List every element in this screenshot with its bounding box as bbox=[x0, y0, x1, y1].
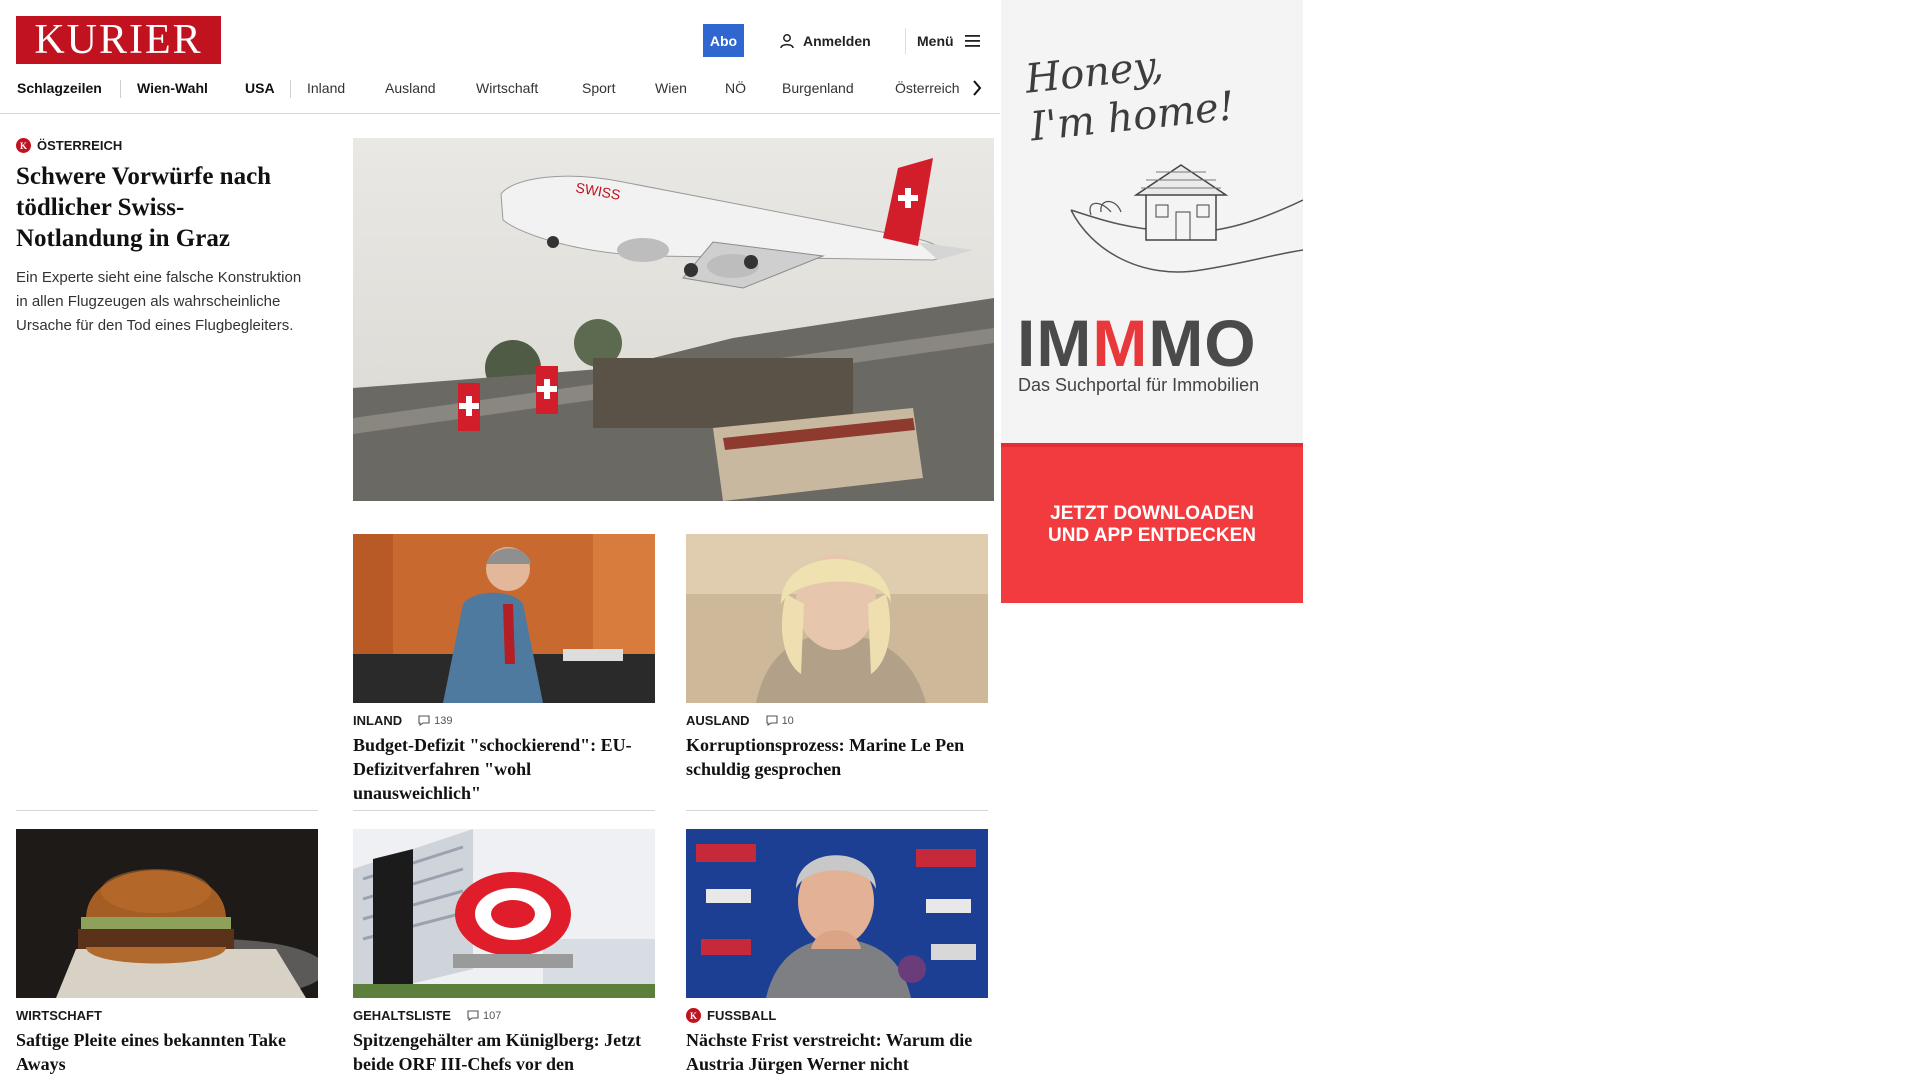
article-card[interactable]: WIRTSCHAFT Saftige Pleite eines bekannte… bbox=[16, 829, 318, 1076]
article-kicker: K ÖSTERREICH bbox=[16, 138, 306, 153]
kicker-label: FUSSBALL bbox=[707, 1008, 777, 1023]
logo-text: KURIER bbox=[34, 17, 203, 63]
section-nav: Schlagzeilen Wien-Wahl USA Inland Auslan… bbox=[0, 74, 1000, 114]
article-kicker: AUSLAND 10 bbox=[686, 713, 988, 728]
ad-brand-part: IM bbox=[1017, 306, 1093, 380]
article-kicker: INLAND 139 bbox=[353, 713, 655, 728]
article-image[interactable] bbox=[686, 534, 988, 703]
login-label: Anmelden bbox=[803, 33, 871, 49]
comment-count-value: 10 bbox=[781, 714, 794, 727]
article-kicker: K FUSSBALL bbox=[686, 1008, 988, 1023]
article-card[interactable]: GEHALTSLISTE 107 Spitzengehälter am Küni… bbox=[353, 829, 655, 1080]
comment-icon bbox=[418, 715, 430, 726]
nav-item-oesterreich[interactable]: Österreich bbox=[895, 80, 960, 96]
kicker-label: ÖSTERREICH bbox=[37, 138, 123, 153]
ad-cta-button[interactable]: JETZT DOWNLOADEN UND APP ENTDECKEN bbox=[1001, 443, 1303, 603]
row-divider bbox=[353, 810, 655, 811]
nav-next-button[interactable] bbox=[966, 76, 988, 100]
article-kicker: GEHALTSLISTE 107 bbox=[353, 1008, 655, 1023]
article-headline[interactable]: Saftige Pleite eines bekannten Take Away… bbox=[16, 1028, 318, 1076]
ad-tagline: Das Suchportal für Immobilien bbox=[1018, 375, 1260, 395]
article-headline[interactable]: Nächste Frist verstreicht: Warum die Aus… bbox=[686, 1028, 988, 1080]
lead-teaser: Ein Experte sieht eine falsche Konstrukt… bbox=[16, 269, 302, 334]
comment-icon bbox=[766, 715, 778, 726]
article-image[interactable] bbox=[686, 829, 988, 998]
comment-count[interactable]: 10 bbox=[766, 715, 794, 727]
header-divider bbox=[905, 28, 906, 54]
ad-visual[interactable]: Honey, I'm home! IMMMO Das Suchportal fü… bbox=[1001, 0, 1303, 443]
ad-brand-part: MO bbox=[1148, 306, 1257, 380]
kurier-plus-icon: K bbox=[686, 1008, 701, 1023]
kicker-label: GEHALTSLISTE bbox=[353, 1008, 451, 1023]
kurier-plus-icon: K bbox=[16, 138, 31, 153]
comment-icon bbox=[467, 1010, 479, 1021]
article-image[interactable] bbox=[16, 829, 318, 998]
nav-item-wien[interactable]: Wien bbox=[655, 80, 687, 96]
nav-item-noe[interactable]: NÖ bbox=[725, 80, 746, 96]
ad-brand-part-accent: M bbox=[1092, 306, 1149, 380]
article-card[interactable]: AUSLAND 10 Korruptionsprozess: Marine Le… bbox=[686, 534, 988, 781]
lead-article[interactable]: K ÖSTERREICH Schwere Vorwürfe nach tödli… bbox=[16, 138, 306, 338]
lead-headline[interactable]: Schwere Vorwürfe nach tödlicher Swiss-No… bbox=[16, 161, 306, 254]
nav-item-usa[interactable]: USA bbox=[245, 80, 275, 96]
nav-separator bbox=[120, 80, 121, 98]
comment-count[interactable]: 107 bbox=[467, 1010, 501, 1022]
kicker-label: WIRTSCHAFT bbox=[16, 1008, 102, 1023]
comment-count-value: 107 bbox=[482, 1009, 502, 1022]
ad-brand-logo: IMMMO bbox=[1017, 310, 1257, 376]
user-icon bbox=[780, 34, 794, 49]
nav-item-ausland[interactable]: Ausland bbox=[385, 80, 436, 96]
nav-item-sport[interactable]: Sport bbox=[582, 80, 615, 96]
nav-item-wirtschaft[interactable]: Wirtschaft bbox=[476, 80, 538, 96]
row-divider bbox=[16, 810, 318, 811]
article-headline[interactable]: Spitzengehälter am Küniglberg: Jetzt bei… bbox=[353, 1028, 655, 1080]
nav-item-inland[interactable]: Inland bbox=[307, 80, 345, 96]
kurier-logo[interactable]: KURIER bbox=[16, 16, 221, 64]
comment-count-value: 139 bbox=[434, 714, 453, 727]
immmo-advertisement[interactable]: Honey, I'm home! IMMMO Das Suchportal fü… bbox=[1001, 0, 1303, 603]
ad-script-text: Honey, I'm home! bbox=[1023, 42, 1237, 151]
nav-item-wien-wahl[interactable]: Wien-Wahl bbox=[137, 80, 208, 96]
article-card[interactable]: INLAND 139 Budget-Defizit "schockierend"… bbox=[353, 534, 655, 805]
lead-image[interactable]: SWISS bbox=[353, 138, 994, 501]
article-headline[interactable]: Budget-Defizit "schockierend": EU-Defizi… bbox=[353, 733, 655, 805]
article-headline[interactable]: Korruptionsprozess: Marine Le Pen schuld… bbox=[686, 733, 988, 781]
nav-item-burgenland[interactable]: Burgenland bbox=[782, 80, 854, 96]
kicker-label: AUSLAND bbox=[686, 713, 750, 728]
article-card[interactable]: K FUSSBALL Nächste Frist verstreicht: Wa… bbox=[686, 829, 988, 1080]
menu-button[interactable]: Menü bbox=[917, 29, 982, 53]
nav-item-schlagzeilen[interactable]: Schlagzeilen bbox=[17, 80, 102, 96]
abo-button[interactable]: Abo bbox=[703, 24, 744, 57]
row-divider bbox=[686, 810, 988, 811]
hamburger-icon bbox=[964, 35, 980, 47]
article-image[interactable] bbox=[353, 534, 655, 703]
login-button[interactable]: Anmelden bbox=[779, 29, 871, 53]
article-image[interactable] bbox=[353, 829, 655, 998]
chevron-right-icon bbox=[973, 80, 982, 96]
article-kicker: WIRTSCHAFT bbox=[16, 1008, 318, 1023]
nav-separator bbox=[290, 80, 291, 98]
kicker-label: INLAND bbox=[353, 713, 403, 728]
comment-count[interactable]: 139 bbox=[418, 715, 452, 727]
menu-label: Menü bbox=[917, 33, 954, 49]
house-in-hand-illustration bbox=[1070, 164, 1303, 273]
ad-cta-label: JETZT DOWNLOADEN UND APP ENTDECKEN bbox=[1048, 503, 1256, 546]
